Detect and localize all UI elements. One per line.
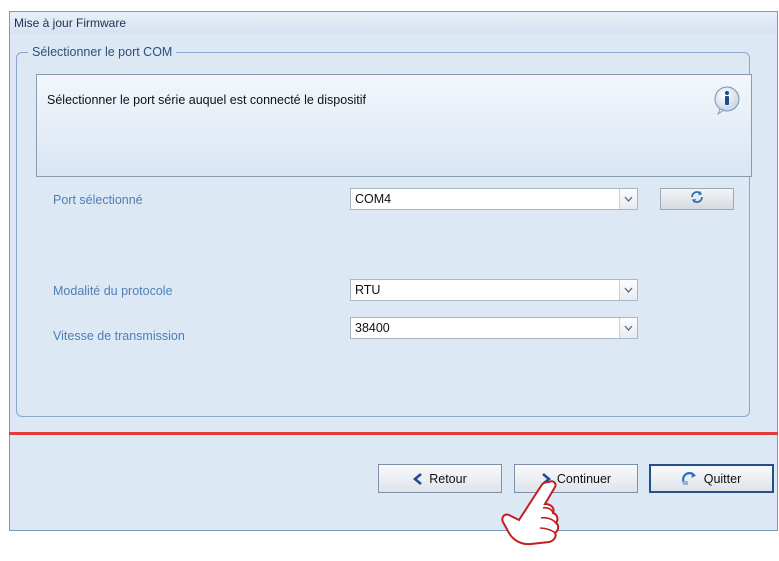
port-label: Port sélectionné [53,193,143,207]
pointing-hand-icon [497,478,567,556]
separator-line [9,432,778,435]
info-icon [712,85,742,116]
refresh-ports-button[interactable] [660,188,734,210]
quit-button-label: Quitter [703,471,742,486]
info-text: Sélectionner le port série auquel est co… [47,93,366,107]
info-panel [36,74,752,177]
back-button-label: Retour [429,471,467,486]
refresh-icon [689,190,705,209]
back-button[interactable]: Retour [378,464,502,493]
chevron-down-icon[interactable] [619,318,637,338]
speed-value: 38400 [355,321,390,335]
chevron-down-icon[interactable] [619,189,637,209]
speed-select[interactable]: 38400 [350,317,638,339]
port-value: COM4 [355,192,392,206]
port-select[interactable]: COM4 [350,188,638,210]
speed-label: Vitesse de transmission [53,329,185,343]
quit-button[interactable]: Quitter [649,464,774,493]
protocol-select[interactable]: RTU [350,279,638,301]
groupbox-title: Sélectionner le port COM [28,44,177,60]
arrow-left-icon [413,472,423,485]
protocol-value: RTU [355,283,381,297]
window-title: Mise à jour Firmware [10,12,777,34]
protocol-label: Modalité du protocole [53,284,173,298]
chevron-down-icon[interactable] [619,280,637,300]
exit-icon [681,471,698,486]
